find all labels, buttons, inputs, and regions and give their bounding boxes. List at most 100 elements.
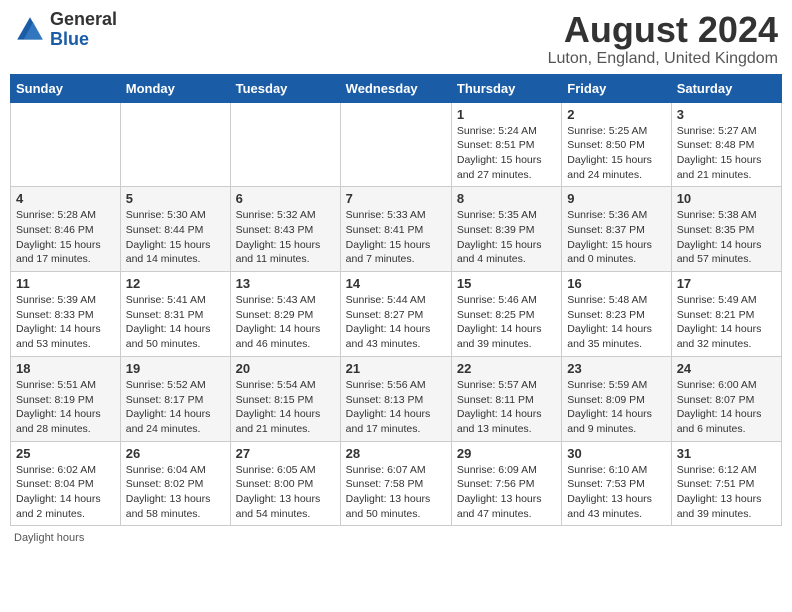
day-info: Sunrise: 5:35 AM Sunset: 8:39 PM Dayligh…	[457, 208, 556, 267]
logo: General Blue	[14, 10, 117, 50]
day-info: Sunrise: 5:57 AM Sunset: 8:11 PM Dayligh…	[457, 378, 556, 437]
day-number: 31	[677, 446, 776, 461]
day-info: Sunrise: 5:48 AM Sunset: 8:23 PM Dayligh…	[567, 293, 665, 352]
logo-blue-text: Blue	[50, 30, 117, 50]
calendar-cell: 31 Sunrise: 6:12 AM Sunset: 7:51 PM Dayli…	[671, 441, 781, 526]
day-number: 21	[346, 361, 446, 376]
day-number: 7	[346, 191, 446, 206]
day-number: 10	[677, 191, 776, 206]
day-info: Sunrise: 5:43 AM Sunset: 8:29 PM Dayligh…	[236, 293, 335, 352]
calendar-cell: 9 Sunrise: 5:36 AM Sunset: 8:37 PM Daylig…	[562, 187, 671, 272]
page-header: General Blue August 2024 Luton, England,…	[10, 10, 782, 68]
day-info: Sunrise: 5:52 AM Sunset: 8:17 PM Dayligh…	[126, 378, 225, 437]
calendar-cell: 22Sunrise: 5:57 AM Sunset: 8:11 PM Dayli…	[451, 356, 561, 441]
day-info: Sunrise: 5:33 AM Sunset: 8:41 PM Dayligh…	[346, 208, 446, 267]
calendar-cell: 1Sunrise: 5:24 AM Sunset: 8:51 PM Daylig…	[451, 102, 561, 187]
calendar-table: SundayMondayTuesdayWednesdayThursdayFrid…	[10, 74, 782, 527]
day-info: Sunrise: 6:00 AM Sunset: 8:07 PM Dayligh…	[677, 378, 776, 437]
day-info: Sunrise: 6:09 AM Sunset: 7:56 PM Dayligh…	[457, 463, 556, 522]
calendar-cell: 27 Sunrise: 6:05 AM Sunset: 8:00 PM Dayli…	[230, 441, 340, 526]
calendar-cell: 30 Sunrise: 6:10 AM Sunset: 7:53 PM Dayli…	[562, 441, 671, 526]
calendar-week-row: 25 Sunrise: 6:02 AM Sunset: 8:04 PM Dayli…	[11, 441, 782, 526]
calendar-cell: 26 Sunrise: 6:04 AM Sunset: 8:02 PM Dayli…	[120, 441, 230, 526]
calendar-cell: 11 Sunrise: 5:39 AM Sunset: 8:33 PM Dayli…	[11, 272, 121, 357]
calendar-cell: 19 Sunrise: 5:52 AM Sunset: 8:17 PM Dayli…	[120, 356, 230, 441]
calendar-cell: 18Sunrise: 5:51 AM Sunset: 8:19 PM Dayli…	[11, 356, 121, 441]
calendar-header-monday: Monday	[120, 74, 230, 102]
calendar-cell: 23 Sunrise: 5:59 AM Sunset: 8:09 PM Dayli…	[562, 356, 671, 441]
calendar-cell: 4 Sunrise: 5:28 AM Sunset: 8:46 PM Daylig…	[11, 187, 121, 272]
day-number: 16	[567, 276, 665, 291]
calendar-cell: 10 Sunrise: 5:38 AM Sunset: 8:35 PM Dayli…	[671, 187, 781, 272]
calendar-cell: 20Sunrise: 5:54 AM Sunset: 8:15 PM Dayli…	[230, 356, 340, 441]
day-info: Sunrise: 5:36 AM Sunset: 8:37 PM Dayligh…	[567, 208, 665, 267]
day-info: Sunrise: 6:07 AM Sunset: 7:58 PM Dayligh…	[346, 463, 446, 522]
calendar-cell: 24Sunrise: 6:00 AM Sunset: 8:07 PM Dayli…	[671, 356, 781, 441]
day-info: Sunrise: 6:04 AM Sunset: 8:02 PM Dayligh…	[126, 463, 225, 522]
day-number: 2	[567, 107, 665, 122]
day-number: 13	[236, 276, 335, 291]
day-info: Sunrise: 5:32 AM Sunset: 8:43 PM Dayligh…	[236, 208, 335, 267]
day-number: 14	[346, 276, 446, 291]
calendar-cell	[340, 102, 451, 187]
day-number: 19	[126, 361, 225, 376]
day-info: Sunrise: 5:46 AM Sunset: 8:25 PM Dayligh…	[457, 293, 556, 352]
title-block: August 2024 Luton, England, United Kingd…	[548, 10, 778, 68]
day-number: 23	[567, 361, 665, 376]
calendar-cell: 2 Sunrise: 5:25 AM Sunset: 8:50 PM Daylig…	[562, 102, 671, 187]
calendar-week-row: 11 Sunrise: 5:39 AM Sunset: 8:33 PM Dayli…	[11, 272, 782, 357]
day-number: 30	[567, 446, 665, 461]
day-number: 12	[126, 276, 225, 291]
day-info: Sunrise: 5:24 AM Sunset: 8:51 PM Dayligh…	[457, 124, 556, 183]
day-number: 4	[16, 191, 115, 206]
day-number: 9	[567, 191, 665, 206]
day-number: 29	[457, 446, 556, 461]
day-number: 11	[16, 276, 115, 291]
calendar-footer: Daylight hours	[10, 532, 782, 544]
calendar-header-sunday: Sunday	[11, 74, 121, 102]
calendar-week-row: 1Sunrise: 5:24 AM Sunset: 8:51 PM Daylig…	[11, 102, 782, 187]
calendar-header-saturday: Saturday	[671, 74, 781, 102]
calendar-cell	[11, 102, 121, 187]
calendar-cell: 17 Sunrise: 5:49 AM Sunset: 8:21 PM Dayli…	[671, 272, 781, 357]
calendar-cell: 6Sunrise: 5:32 AM Sunset: 8:43 PM Daylig…	[230, 187, 340, 272]
daylight-label: Daylight hours	[14, 532, 84, 544]
calendar-header-wednesday: Wednesday	[340, 74, 451, 102]
day-number: 3	[677, 107, 776, 122]
day-info: Sunrise: 5:27 AM Sunset: 8:48 PM Dayligh…	[677, 124, 776, 183]
calendar-header-friday: Friday	[562, 74, 671, 102]
calendar-cell: 5Sunrise: 5:30 AM Sunset: 8:44 PM Daylig…	[120, 187, 230, 272]
calendar-cell: 29 Sunrise: 6:09 AM Sunset: 7:56 PM Dayli…	[451, 441, 561, 526]
calendar-week-row: 18Sunrise: 5:51 AM Sunset: 8:19 PM Dayli…	[11, 356, 782, 441]
day-info: Sunrise: 5:49 AM Sunset: 8:21 PM Dayligh…	[677, 293, 776, 352]
calendar-cell	[230, 102, 340, 187]
location-text: Luton, England, United Kingdom	[548, 50, 778, 68]
calendar-cell: 28Sunrise: 6:07 AM Sunset: 7:58 PM Dayli…	[340, 441, 451, 526]
day-number: 26	[126, 446, 225, 461]
day-info: Sunrise: 6:10 AM Sunset: 7:53 PM Dayligh…	[567, 463, 665, 522]
calendar-cell: 7 Sunrise: 5:33 AM Sunset: 8:41 PM Daylig…	[340, 187, 451, 272]
day-info: Sunrise: 5:30 AM Sunset: 8:44 PM Dayligh…	[126, 208, 225, 267]
day-info: Sunrise: 5:54 AM Sunset: 8:15 PM Dayligh…	[236, 378, 335, 437]
day-info: Sunrise: 5:51 AM Sunset: 8:19 PM Dayligh…	[16, 378, 115, 437]
calendar-week-row: 4 Sunrise: 5:28 AM Sunset: 8:46 PM Daylig…	[11, 187, 782, 272]
day-number: 15	[457, 276, 556, 291]
day-info: Sunrise: 5:38 AM Sunset: 8:35 PM Dayligh…	[677, 208, 776, 267]
day-info: Sunrise: 6:02 AM Sunset: 8:04 PM Dayligh…	[16, 463, 115, 522]
day-info: Sunrise: 6:12 AM Sunset: 7:51 PM Dayligh…	[677, 463, 776, 522]
calendar-header-thursday: Thursday	[451, 74, 561, 102]
calendar-cell: 14 Sunrise: 5:44 AM Sunset: 8:27 PM Dayli…	[340, 272, 451, 357]
day-info: Sunrise: 5:44 AM Sunset: 8:27 PM Dayligh…	[346, 293, 446, 352]
day-info: Sunrise: 5:28 AM Sunset: 8:46 PM Dayligh…	[16, 208, 115, 267]
logo-icon	[14, 14, 46, 46]
logo-general-text: General	[50, 10, 117, 30]
calendar-cell: 8Sunrise: 5:35 AM Sunset: 8:39 PM Daylig…	[451, 187, 561, 272]
day-number: 27	[236, 446, 335, 461]
day-info: Sunrise: 5:39 AM Sunset: 8:33 PM Dayligh…	[16, 293, 115, 352]
day-info: Sunrise: 5:25 AM Sunset: 8:50 PM Dayligh…	[567, 124, 665, 183]
day-info: Sunrise: 6:05 AM Sunset: 8:00 PM Dayligh…	[236, 463, 335, 522]
day-number: 17	[677, 276, 776, 291]
day-info: Sunrise: 5:56 AM Sunset: 8:13 PM Dayligh…	[346, 378, 446, 437]
day-info: Sunrise: 5:59 AM Sunset: 8:09 PM Dayligh…	[567, 378, 665, 437]
day-number: 25	[16, 446, 115, 461]
